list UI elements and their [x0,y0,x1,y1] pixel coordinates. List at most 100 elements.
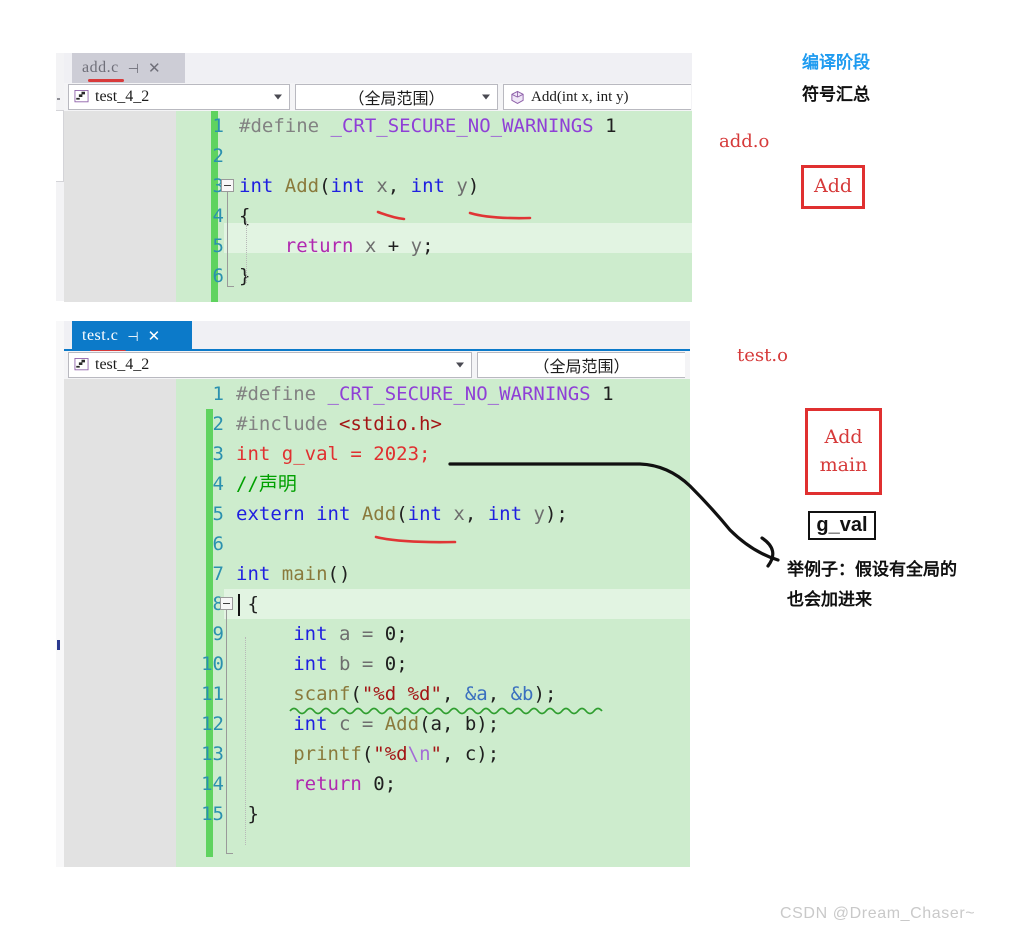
tab-add-c-label: add.c [82,59,119,76]
symbol-box-gval: g_val [808,511,876,540]
line-number: 9 [212,623,224,645]
method-cube-icon [511,90,524,104]
navbar-test-c: test_4_2 （全局范围） [64,351,690,379]
fold-guide-foot [226,853,233,854]
line-code: } [239,265,251,287]
symbol-gval: g_val [816,514,868,536]
symbol-box-add-o: Add [801,165,865,209]
project-combo-add-c[interactable]: test_4_2 [68,84,290,110]
line-number: 5 [212,503,224,525]
line-code: int main() [236,563,351,585]
code-line[interactable]: 11 scanf("%d %d", &a, &b); [64,679,690,709]
line-code: extern int Add(int x, int y); [236,503,568,525]
line-code: #include <stdio.h> [236,413,442,435]
annotation-arrowhead [760,536,775,568]
scope-combo-add-c-value: （全局范围） [348,91,445,108]
line-number: 4 [212,473,224,495]
line-code: #define _CRT_SECURE_NO_WARNINGS 1 [236,383,614,405]
code-lines-test-c: 1 #define _CRT_SECURE_NO_WARNINGS 1 2 #incl… [64,379,690,829]
fold-toggle-icon[interactable] [221,179,234,192]
close-icon[interactable]: ✕ [148,329,161,344]
line-number: 15 [201,803,224,825]
line-number: 10 [201,653,224,675]
fold-guide [227,192,228,286]
line-code: } [236,803,259,825]
code-line[interactable]: 1 #define _CRT_SECURE_NO_WARNINGS 1 [64,379,690,409]
code-surface-test-c[interactable]: 1 #define _CRT_SECURE_NO_WARNINGS 1 2 #incl… [64,379,690,867]
scope-combo-test-c[interactable]: （全局范围） [477,352,685,378]
project-combo-add-c-value: test_4_2 [95,88,150,105]
line-number: 14 [201,773,224,795]
line-number: 7 [212,563,224,585]
line-number: 1 [212,383,224,405]
editor-window-add-c: add.c ⊣ ✕ test_4_2 （全局范围） Add(int x, int… [64,53,692,302]
line-number: 12 [201,713,224,735]
code-line[interactable]: 5 extern int Add(int x, int y); [64,499,690,529]
tab-test-c[interactable]: test.c ⊣ ✕ [72,321,192,351]
code-line[interactable]: 9 int a = 0; [64,619,690,649]
line-number: 5 [212,235,224,257]
line-code: #define _CRT_SECURE_NO_WARNINGS 1 [239,115,617,137]
chevron-down-icon[interactable] [456,362,464,368]
member-combo-add-c[interactable]: Add(int x, int y) [503,84,691,110]
symbol-box-test-o: Add main [805,408,882,495]
line-number: 11 [201,683,224,705]
indent-guide [246,221,248,283]
line-code: int Add(int x, int y) [239,175,480,197]
fold-toggle-icon[interactable] [220,597,233,610]
fold-guide [226,610,227,853]
pin-icon[interactable]: ⊣ [127,330,138,343]
chevron-down-icon[interactable] [274,94,282,100]
stage-title: 编译阶段 [802,53,870,72]
line-code: return x + y; [284,235,434,257]
pin-icon[interactable]: ⊣ [128,62,139,75]
line-number: 3 [212,443,224,465]
code-line[interactable]: 14 return 0; [64,769,690,799]
docked-panel-handle[interactable] [56,110,64,182]
docked-panel-tick-bottom [57,640,60,650]
code-line[interactable]: 13 printf("%d\n", c); [64,739,690,769]
navbar-add-c: test_4_2 （全局范围） Add(int x, int y) [64,83,692,111]
line-number: 8 [212,593,224,615]
code-line[interactable]: 5 return x + y; [64,231,692,261]
fold-guide-foot [227,286,234,287]
tab-add-c-red-underline [88,79,124,82]
code-line[interactable]: 10 int b = 0; [64,649,690,679]
line-number: 13 [201,743,224,765]
code-line[interactable]: 7 int main() [64,559,690,589]
close-icon[interactable]: ✕ [148,61,161,76]
line-number: 3 [212,175,224,197]
code-lines-add-c: 1 #define _CRT_SECURE_NO_WARNINGS 1 2 3 int … [64,111,692,291]
code-line[interactable]: 8 { [64,589,690,619]
line-number: 6 [212,533,224,555]
docked-panel-tick [57,98,60,100]
code-line[interactable]: 6} [64,261,692,291]
scope-combo-test-c-value: （全局范围） [533,359,630,376]
note-line-2: 也会加进来 [787,590,872,609]
code-line[interactable]: 4{ [64,201,692,231]
code-line[interactable]: 15 } [64,799,690,829]
line-code: int c = Add(a, b); [293,713,500,735]
line-code: printf("%d\n", c); [293,743,500,765]
scope-combo-add-c[interactable]: （全局范围） [295,84,498,110]
line-code: int b = 0; [293,653,408,675]
code-line[interactable]: 1 #define _CRT_SECURE_NO_WARNINGS 1 [64,111,692,141]
chevron-down-icon[interactable] [482,94,490,100]
line-number: 2 [212,413,224,435]
code-surface-add-c[interactable]: 1 #define _CRT_SECURE_NO_WARNINGS 1 2 3 int … [64,111,692,302]
code-line[interactable]: 12 int c = Add(a, b); [64,709,690,739]
symbol-main: main [819,453,868,476]
object-file-test-o: test.o [737,345,788,366]
code-line[interactable]: 6 [64,529,690,559]
line-code: scanf("%d %d", &a, &b); [293,683,557,705]
code-line[interactable]: 2 [64,141,692,171]
stage-subtitle: 符号汇总 [802,85,870,104]
code-line[interactable]: 3 int Add(int x, int y) [64,171,692,201]
code-line[interactable]: 4 //声明 [64,469,690,499]
screenshot-root: add.c ⊣ ✕ test_4_2 （全局范围） Add(int x, int… [0,0,1010,936]
project-combo-test-c[interactable]: test_4_2 [68,352,472,378]
code-line[interactable]: 3 int g_val = 2023; [64,439,690,469]
line-number: 6 [212,265,224,287]
symbol-add: Add [824,425,863,448]
code-line[interactable]: 2 #include <stdio.h> [64,409,690,439]
